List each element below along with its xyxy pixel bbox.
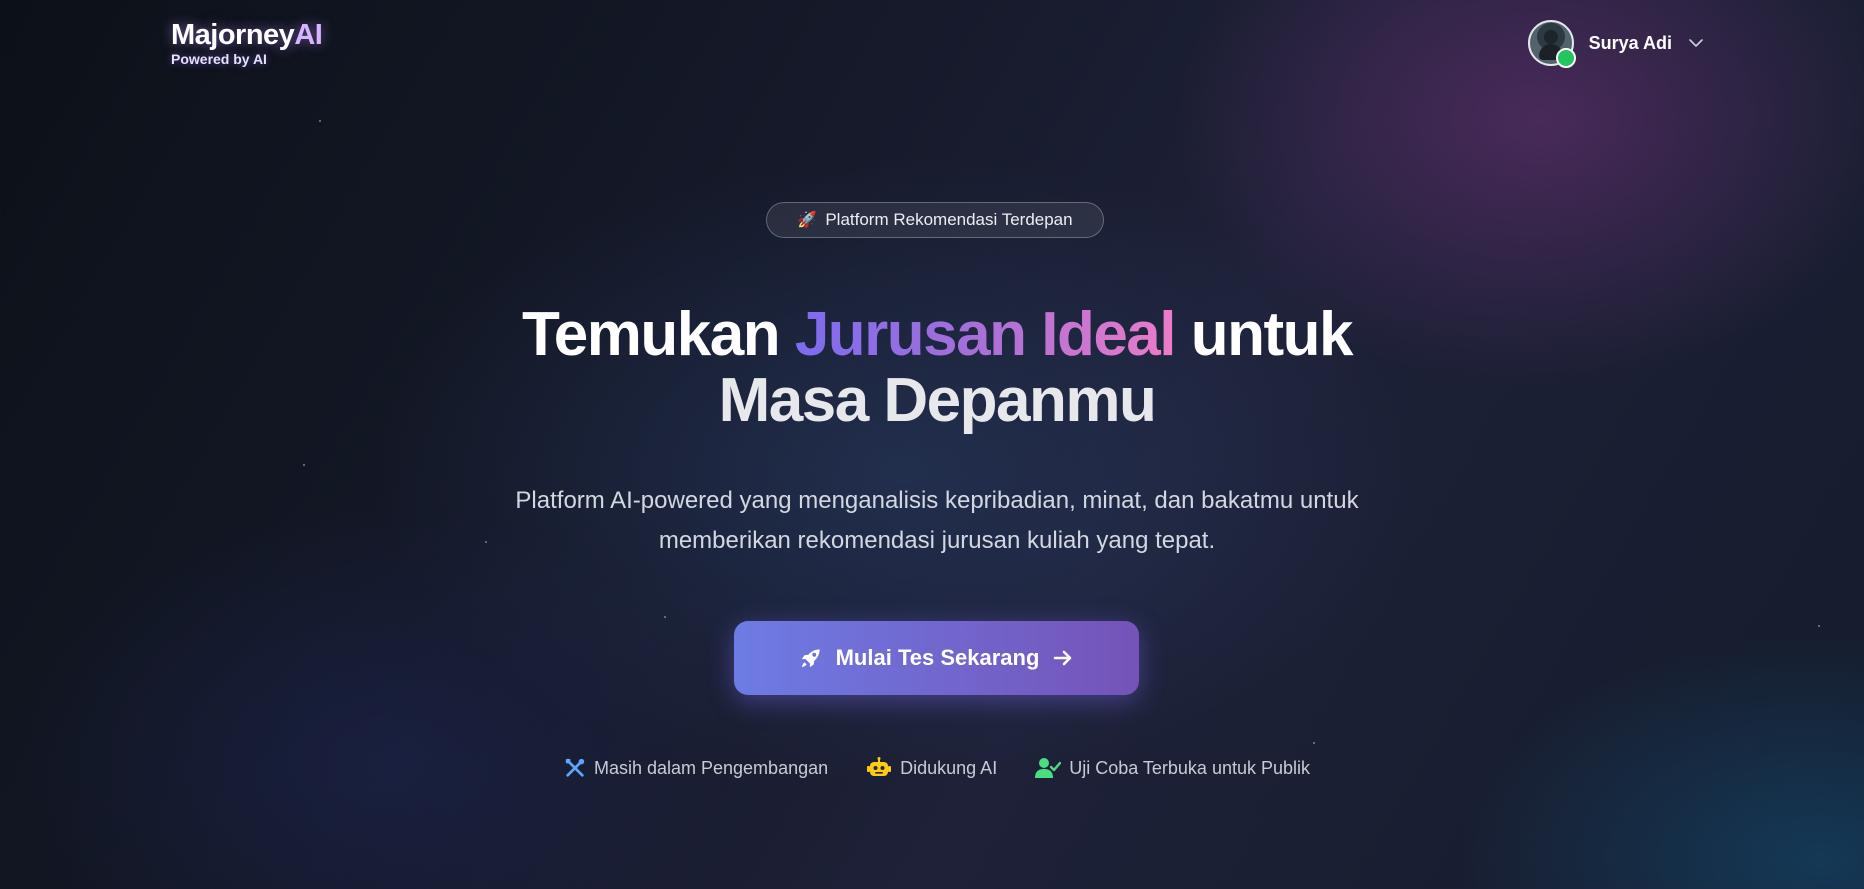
start-test-button[interactable]: Mulai Tes Sekarang (734, 621, 1139, 695)
feature-item: Masih dalam Pengembangan (564, 757, 828, 779)
brand-tagline: Powered by AI (171, 51, 267, 67)
hero-title-line2: Masa Depanmu (718, 366, 1157, 435)
rocket-icon: 🚀 (797, 212, 818, 229)
feature-label: Didukung AI (900, 757, 998, 778)
user-name: Surya Adi (1588, 32, 1672, 53)
hero-subtitle: Platform AI-powered yang menganalisis ke… (0, 481, 1864, 561)
brand-name: MajorneyAI (171, 19, 323, 51)
feature-item: Uji Coba Terbuka untuk Publik (1035, 757, 1310, 779)
user-menu[interactable]: Surya Adi (1527, 20, 1704, 68)
hero-title-end: untuk (1190, 300, 1354, 369)
start-test-label: Mulai Tes Sekarang (835, 645, 1040, 670)
hero-badge-text: Platform Rekomendasi Terdepan (825, 210, 1073, 229)
brand-logo[interactable]: MajorneyAI Powered by AI (171, 18, 323, 67)
arrow-right-icon (1054, 650, 1072, 666)
hero-title-start: Temukan (521, 300, 781, 369)
brand-name-accent: AI (294, 19, 323, 51)
hero-subtitle-line1: Platform AI-powered yang menganalisis ke… (515, 487, 1359, 514)
star-decoration (319, 120, 321, 122)
hero-subtitle-line2: memberikan rekomendasi jurusan kuliah ya… (658, 527, 1216, 554)
feature-label: Uji Coba Terbuka untuk Publik (1069, 757, 1311, 778)
star-decoration (1818, 625, 1820, 627)
user-check-icon (1035, 757, 1062, 779)
robot-icon (866, 757, 892, 779)
star-decoration (664, 616, 666, 618)
star-decoration (303, 464, 305, 466)
tools-icon (564, 757, 586, 779)
chevron-down-icon[interactable] (1688, 35, 1704, 51)
rocket-icon (801, 649, 820, 668)
avatar[interactable] (1527, 20, 1576, 68)
hero-badge: 🚀 Platform Rekomendasi Terdepan (766, 202, 1104, 238)
feature-list: Masih dalam Pengembangan Didukung AI Uji… (0, 757, 1864, 779)
hero-title: Temukan Jurusan Ideal untuk Masa Depanmu (0, 302, 1864, 434)
feature-item: Didukung AI (866, 757, 997, 779)
hero-title-highlight: Jurusan Ideal (794, 300, 1177, 369)
feature-label: Masih dalam Pengembangan (593, 757, 829, 778)
online-status-indicator (1555, 48, 1576, 68)
star-decoration (1313, 742, 1315, 744)
